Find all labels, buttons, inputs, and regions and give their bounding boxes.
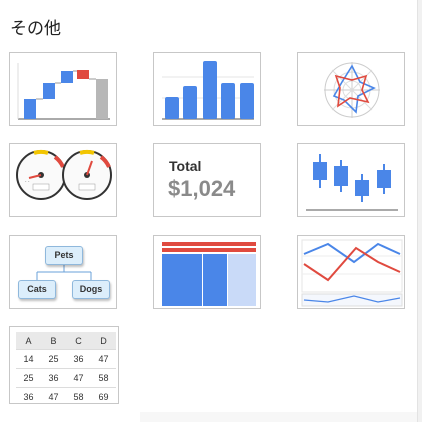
table-header-cell: A xyxy=(16,332,41,350)
scrollbar[interactable] xyxy=(417,0,422,422)
waterfall-chart-icon xyxy=(17,63,110,120)
chart-option-gauge[interactable]: · · xyxy=(9,143,117,217)
scorecard-label: Total xyxy=(169,158,202,174)
timeline-chart-icon xyxy=(301,239,403,307)
table-row: 36 47 58 69 xyxy=(16,387,116,403)
org-node-child-1: Cats xyxy=(18,280,56,299)
chart-option-org[interactable]: Pets Cats Dogs xyxy=(9,235,117,309)
table-cell: 58 xyxy=(91,368,116,388)
column-bar xyxy=(165,97,179,119)
table-cell: 25 xyxy=(16,368,41,388)
table-chart-preview: A B C D 14 25 36 47 25 36 47 58 36 47 58… xyxy=(16,332,116,403)
column-bar xyxy=(221,83,235,119)
table-cell: 47 xyxy=(66,368,91,388)
section-title: その他 xyxy=(10,19,61,39)
table-cell: 14 xyxy=(16,349,41,369)
org-node-child-2: Dogs xyxy=(72,280,110,299)
table-cell: 58 xyxy=(66,387,91,403)
chart-option-scorecard[interactable]: Total $1,024 xyxy=(153,143,261,217)
column-bar xyxy=(183,86,197,119)
table-cell: 25 xyxy=(41,349,66,369)
chart-picker-panel: その他 · · Total $1,024 Pets Cats Dogs A B … xyxy=(0,0,418,422)
table-cell: 36 xyxy=(66,349,91,369)
table-header-cell: C xyxy=(66,332,91,350)
table-header-cell: B xyxy=(41,332,66,350)
org-node-root: Pets xyxy=(45,246,83,265)
column-bar xyxy=(203,61,217,119)
chart-option-radar[interactable] xyxy=(297,52,405,126)
chart-option-candlestick[interactable] xyxy=(297,143,405,217)
column-chart-icon xyxy=(162,61,254,120)
table-cell: 47 xyxy=(41,387,66,403)
chart-option-column[interactable] xyxy=(153,52,261,126)
chart-option-waterfall[interactable] xyxy=(9,52,117,126)
radar-chart-icon xyxy=(324,62,380,118)
treemap-chart-icon xyxy=(162,242,256,306)
table-row: 25 36 47 58 xyxy=(16,368,116,388)
candlestick-chart-icon xyxy=(306,154,398,211)
table-header-cell: D xyxy=(91,332,116,350)
table-cell: 69 xyxy=(91,387,116,403)
table-cell: 36 xyxy=(16,387,41,403)
chart-option-treemap[interactable] xyxy=(153,235,261,309)
scorecard-value: $1,024 xyxy=(168,176,236,201)
panel-footer-shade xyxy=(140,412,418,422)
chart-option-timeline[interactable] xyxy=(297,235,405,309)
chart-option-table[interactable]: A B C D 14 25 36 47 25 36 47 58 36 47 58… xyxy=(9,326,119,404)
table-row: 14 25 36 47 xyxy=(16,349,116,369)
table-cell: 36 xyxy=(41,368,66,388)
gauge-chart-icon: · · xyxy=(16,149,112,200)
svg-text:· ·: · · xyxy=(25,179,30,185)
column-bar xyxy=(240,83,254,119)
table-cell: 47 xyxy=(91,349,116,369)
